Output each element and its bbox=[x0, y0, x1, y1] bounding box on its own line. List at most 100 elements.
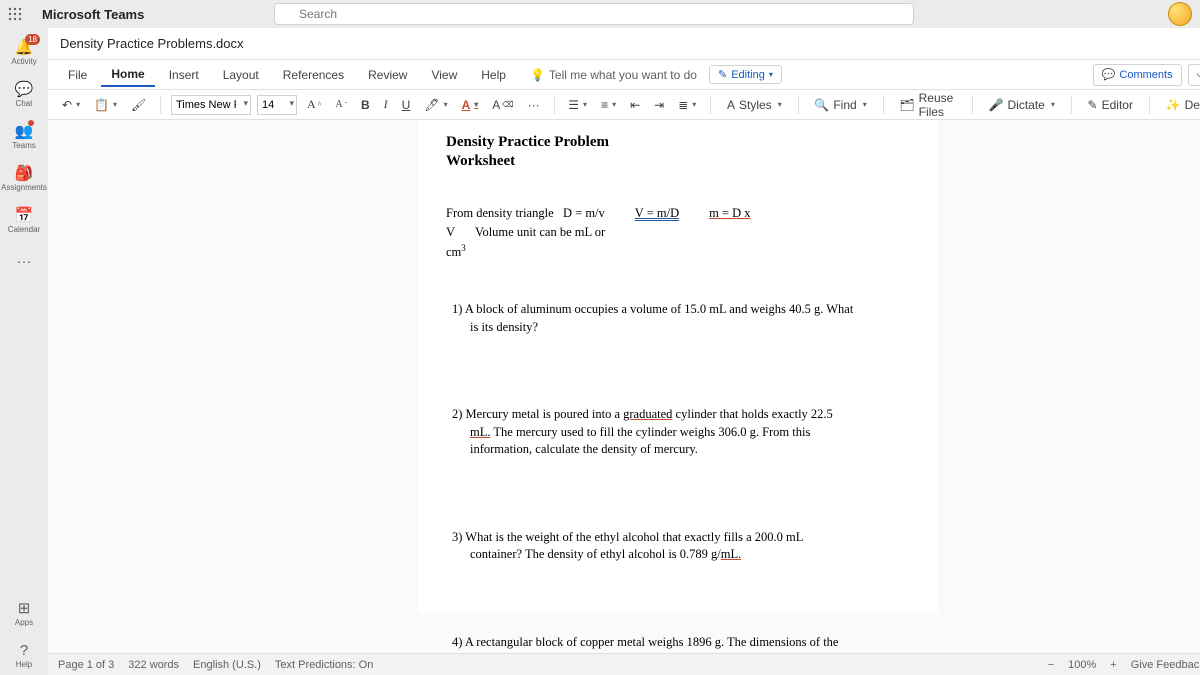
tab-references[interactable]: References bbox=[273, 64, 354, 86]
comments-label: Comments bbox=[1119, 69, 1172, 81]
activity-badge: 18 bbox=[25, 34, 40, 45]
bold-button[interactable]: B bbox=[357, 96, 374, 114]
reuse-icon: 🗂 bbox=[899, 98, 914, 112]
tab-help[interactable]: Help bbox=[471, 64, 516, 86]
divider bbox=[972, 96, 973, 114]
tab-view[interactable]: View bbox=[421, 64, 467, 86]
styles-icon: A bbox=[727, 98, 735, 112]
numbering-button[interactable]: ≡ bbox=[597, 96, 620, 114]
document-page[interactable]: Density Practice Problem Worksheet From … bbox=[418, 120, 938, 613]
avatar[interactable] bbox=[1168, 2, 1192, 26]
find-icon: 🔍 bbox=[814, 98, 829, 112]
ribbon-tabs: File Home Insert Layout References Revie… bbox=[48, 60, 1200, 90]
search-input[interactable] bbox=[274, 3, 914, 25]
editor-button[interactable]: ✎Editor bbox=[1082, 96, 1139, 114]
comment-icon: 💬 bbox=[1102, 68, 1116, 81]
problem-2: 2) Mercury metal is poured into a gradua… bbox=[446, 406, 856, 459]
rail-teams[interactable]: 👥 Teams bbox=[0, 116, 48, 156]
doc-title-line2: Worksheet bbox=[446, 153, 910, 170]
tab-insert[interactable]: Insert bbox=[159, 64, 209, 86]
reuse-files-button[interactable]: 🗂 Reuse Files bbox=[893, 89, 961, 121]
zoom-level[interactable]: 100% bbox=[1068, 659, 1096, 671]
rail-activity[interactable]: 18 🔔 Activity bbox=[0, 32, 48, 72]
rail-assignments[interactable]: 🎒 Assignments bbox=[0, 158, 48, 198]
formulas-block: From density triangle D = m/v V = m/D m … bbox=[446, 204, 910, 261]
rail-calendar[interactable]: 📅 Calendar bbox=[0, 200, 48, 240]
tell-me[interactable]: 💡 Tell me what you want to do bbox=[530, 68, 697, 82]
highlight-button[interactable]: 🖊 bbox=[420, 96, 451, 114]
help-icon: ? bbox=[20, 642, 28, 659]
zoom-out-button[interactable]: − bbox=[1044, 659, 1058, 671]
font-color-button[interactable]: A bbox=[458, 96, 483, 114]
paste-button[interactable]: 📋 bbox=[90, 96, 121, 114]
outdent-button[interactable]: ⇤ bbox=[626, 96, 644, 114]
formula-d: D = m/v bbox=[563, 206, 605, 220]
dictate-button[interactable]: 🎤Dictate bbox=[983, 96, 1061, 114]
status-page[interactable]: Page 1 of 3 bbox=[58, 659, 114, 671]
divider bbox=[160, 96, 161, 114]
status-words[interactable]: 322 words bbox=[128, 659, 179, 671]
formula-v: V = m/D bbox=[635, 204, 679, 223]
mic-icon: 🎤 bbox=[989, 98, 1004, 112]
tab-review[interactable]: Review bbox=[358, 64, 417, 86]
format-painter-button[interactable]: 🖌 bbox=[127, 96, 150, 114]
styles-label: Styles bbox=[739, 98, 772, 112]
tab-home[interactable]: Home bbox=[101, 63, 154, 87]
align-button[interactable]: ≣ bbox=[674, 96, 700, 114]
shrink-font-button[interactable]: Aˇ bbox=[331, 97, 351, 112]
bullets-button[interactable]: ☰ bbox=[564, 96, 591, 114]
tab-file[interactable]: File bbox=[58, 64, 97, 86]
designer-button[interactable]: ✨Designer bbox=[1160, 96, 1200, 114]
rail-label: Teams bbox=[12, 141, 36, 150]
formula-m: m = D x bbox=[709, 204, 750, 223]
rail-chat[interactable]: 💬 Chat bbox=[0, 74, 48, 114]
more-font-button[interactable]: ··· bbox=[524, 96, 544, 114]
indent-button[interactable]: ⇥ bbox=[650, 96, 668, 114]
find-button[interactable]: 🔍Find bbox=[808, 96, 872, 114]
italic-button[interactable]: I bbox=[380, 95, 392, 114]
ribbon-toolbar: ↶ 📋 🖌 A^ Aˇ B I U 🖊 A A⌫ ··· ☰ ≡ ⇤ ⇥ ≣ A… bbox=[48, 90, 1200, 120]
reuse-label: Reuse Files bbox=[919, 91, 956, 119]
comments-button[interactable]: 💬 Comments bbox=[1093, 64, 1182, 86]
font-select[interactable] bbox=[171, 95, 251, 115]
app-name: Microsoft Teams bbox=[42, 7, 262, 22]
catchup-icon: 〰 bbox=[1197, 67, 1200, 83]
cm3-text: cm bbox=[446, 245, 461, 259]
divider bbox=[883, 96, 884, 114]
divider bbox=[554, 96, 555, 114]
chat-icon: 💬 bbox=[15, 80, 34, 98]
document-area[interactable]: Density Practice Problem Worksheet From … bbox=[48, 120, 1200, 653]
editor-icon: ✎ bbox=[1088, 98, 1098, 112]
rail-help[interactable]: ? Help bbox=[0, 635, 48, 675]
divider bbox=[710, 96, 711, 114]
styles-button[interactable]: A Styles bbox=[721, 96, 788, 114]
catchup-button[interactable]: 〰 Catch up bbox=[1188, 64, 1200, 86]
editing-mode-button[interactable]: ✎ Editing ▾ bbox=[709, 65, 782, 84]
status-lang[interactable]: English (U.S.) bbox=[193, 659, 261, 671]
more-icon: ··· bbox=[17, 253, 32, 270]
font-size-select[interactable] bbox=[257, 95, 297, 115]
formula-v-label: V bbox=[446, 223, 455, 242]
divider bbox=[1071, 96, 1072, 114]
designer-label: Designer bbox=[1185, 98, 1200, 112]
waffle-icon[interactable] bbox=[8, 7, 36, 21]
tab-layout[interactable]: Layout bbox=[213, 64, 269, 86]
tell-me-label: Tell me what you want to do bbox=[549, 68, 697, 82]
clear-format-button[interactable]: A⌫ bbox=[488, 96, 517, 114]
rail-apps[interactable]: ⊞ Apps bbox=[0, 593, 48, 633]
teams-icon: 👥 bbox=[15, 122, 34, 140]
zoom-in-button[interactable]: + bbox=[1106, 659, 1120, 671]
rail-label: Activity bbox=[11, 57, 36, 66]
grow-font-button[interactable]: A^ bbox=[303, 95, 325, 114]
calendar-icon: 📅 bbox=[15, 206, 34, 224]
pencil-icon: ✎ bbox=[718, 68, 727, 81]
right-gutter: ⌄ bbox=[938, 120, 1200, 653]
status-predictions[interactable]: Text Predictions: On bbox=[275, 659, 373, 671]
search-wrap bbox=[274, 3, 914, 25]
formula-intro: From density triangle bbox=[446, 206, 554, 220]
feedback-link[interactable]: Give Feedback to Microsoft bbox=[1131, 659, 1200, 671]
undo-button[interactable]: ↶ bbox=[58, 96, 84, 114]
underline-button[interactable]: U bbox=[398, 96, 415, 114]
volume-unit-text: Volume unit can be mL or bbox=[475, 223, 605, 242]
rail-more[interactable]: ··· bbox=[0, 242, 48, 282]
